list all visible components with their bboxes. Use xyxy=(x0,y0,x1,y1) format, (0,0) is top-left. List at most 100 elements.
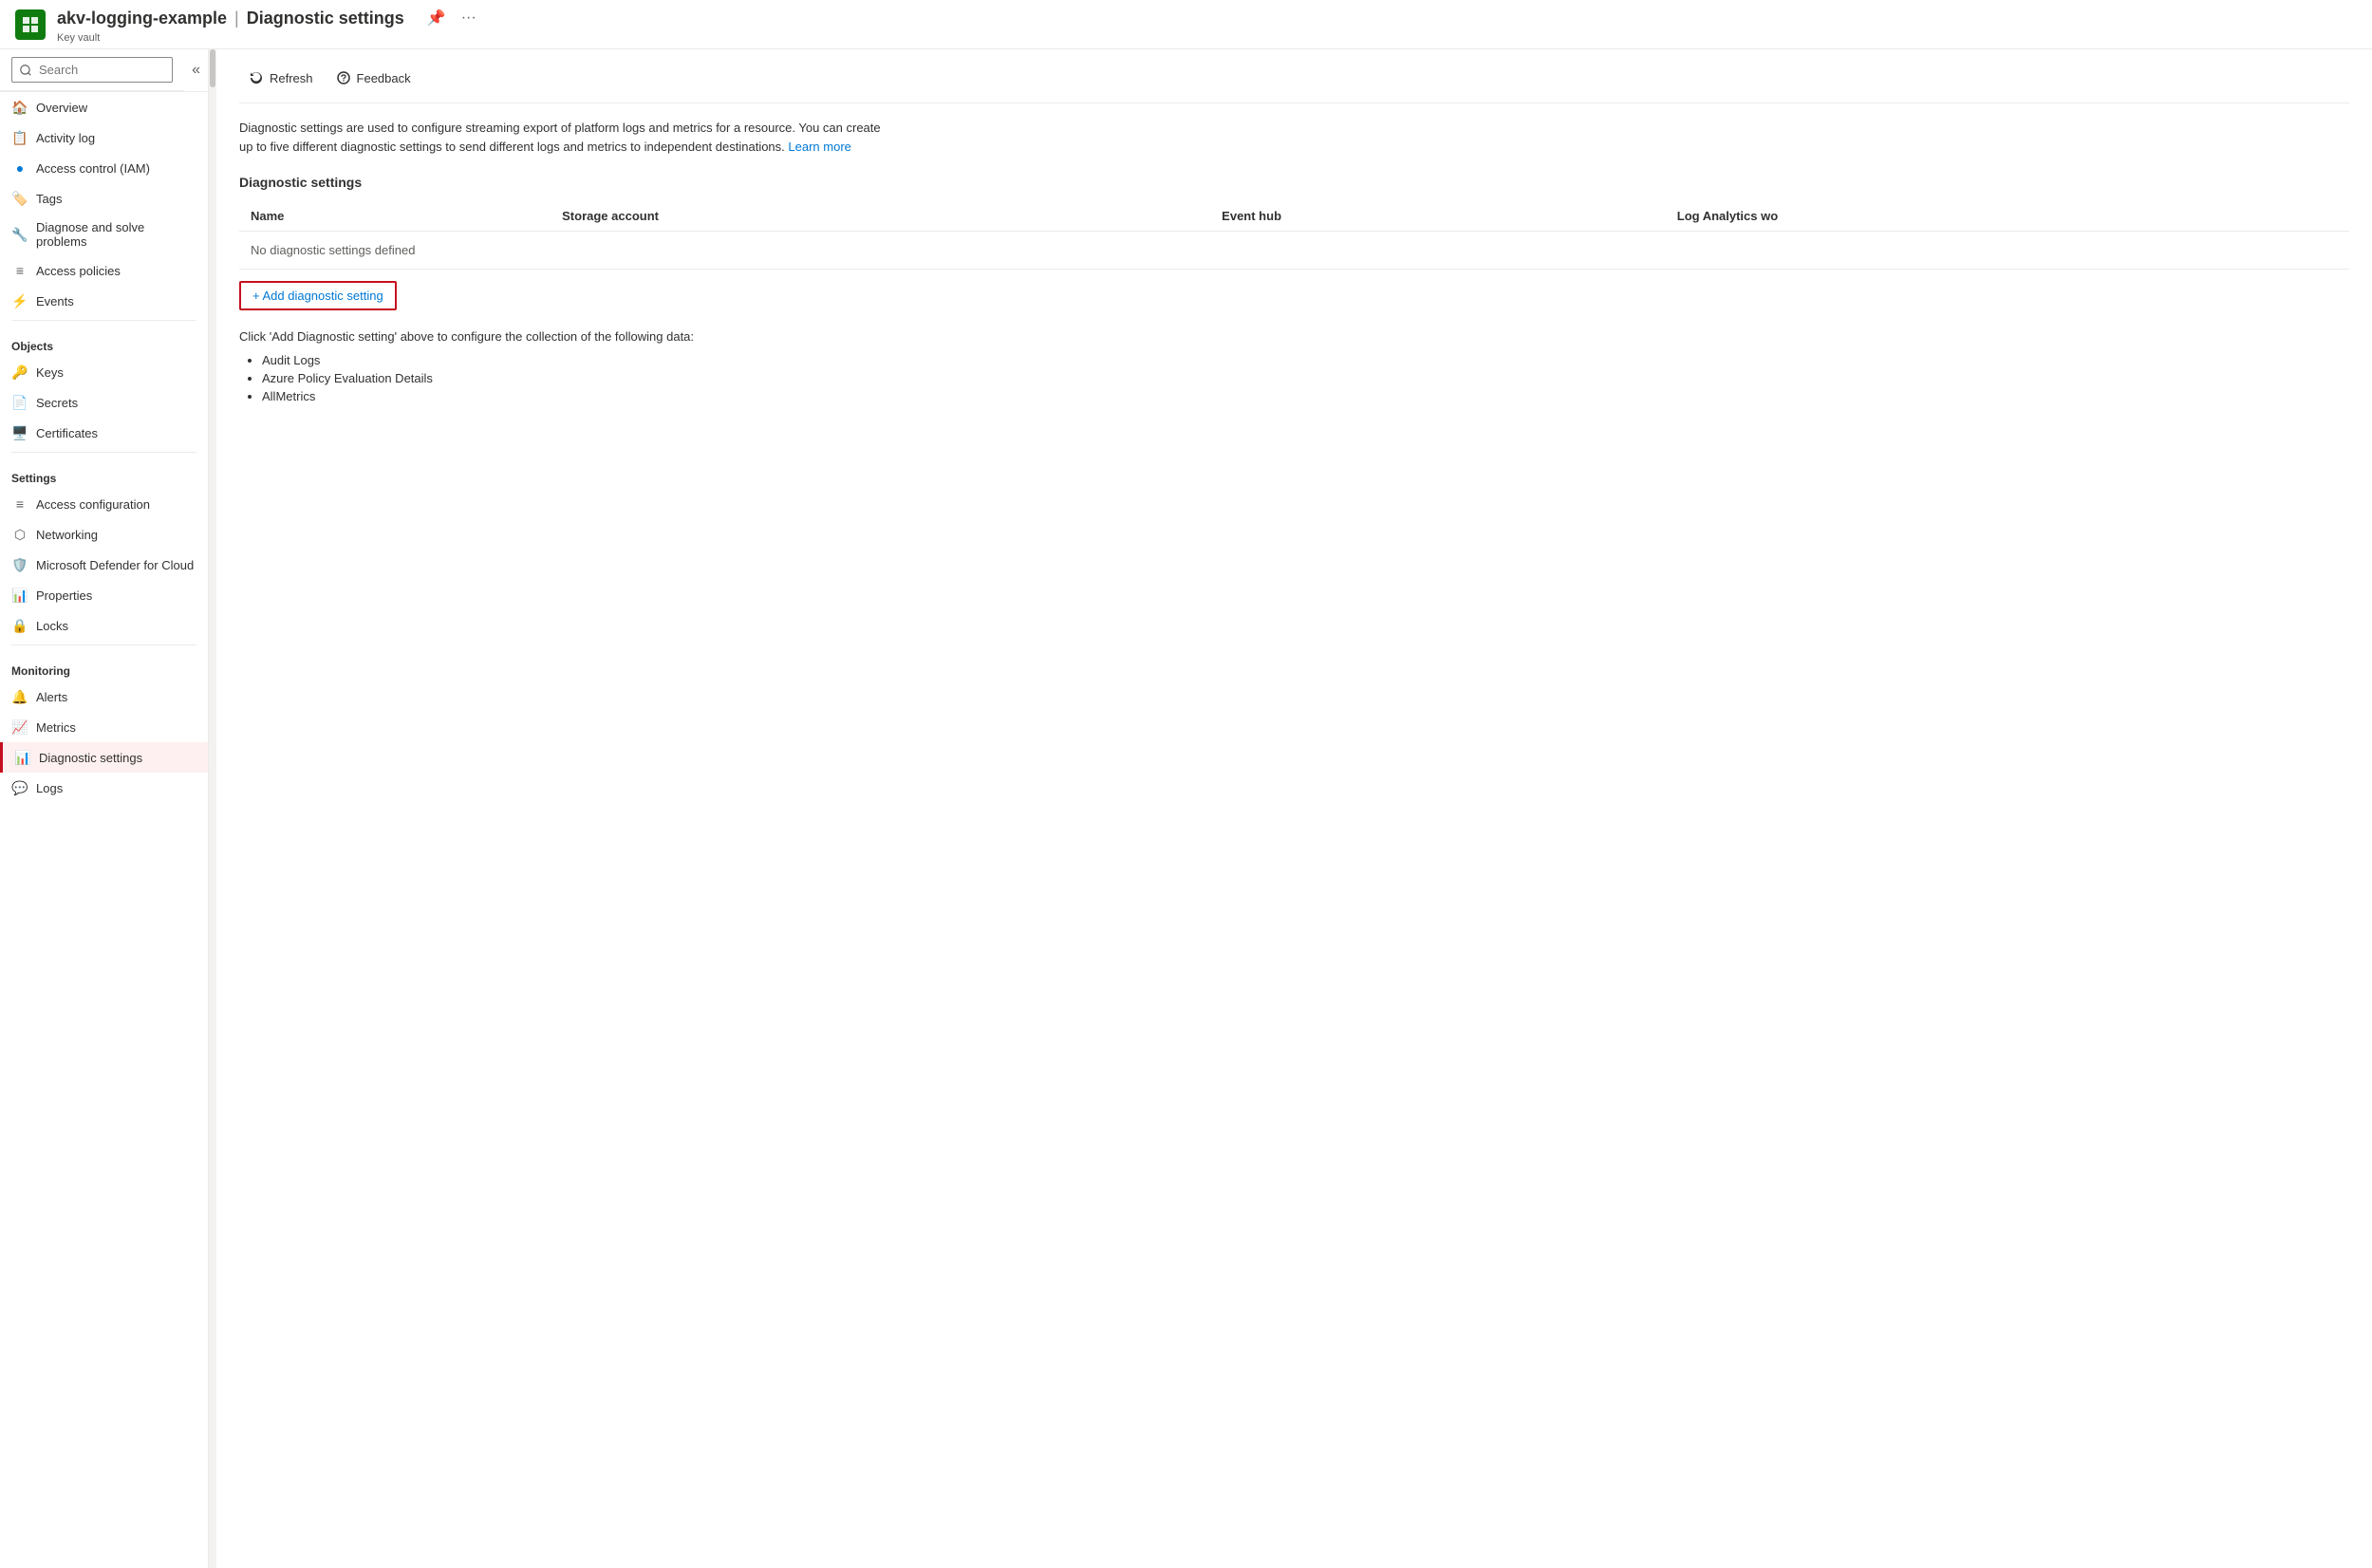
bullet-allmetrics: AllMetrics xyxy=(262,387,2349,405)
tags-label: Tags xyxy=(36,192,62,206)
certificates-label: Certificates xyxy=(36,426,98,440)
sidebar-item-overview[interactable]: 🏠 Overview xyxy=(0,92,208,122)
collapse-button[interactable]: « xyxy=(184,54,208,86)
section-objects: Objects xyxy=(0,328,208,357)
access-config-icon: ≡ xyxy=(11,495,28,513)
bullet-audit-logs: Audit Logs xyxy=(262,351,2349,369)
sidebar-item-certificates[interactable]: 🖥️ Certificates xyxy=(0,418,208,448)
events-icon: ⚡ xyxy=(11,292,28,309)
sidebar-item-networking[interactable]: ⬡ Networking xyxy=(0,519,208,550)
collection-text: Click 'Add Diagnostic setting' above to … xyxy=(239,329,2349,344)
title-separator: | xyxy=(234,9,239,28)
sidebar-item-access-policies[interactable]: ≡ Access policies xyxy=(0,255,208,286)
alerts-icon: 🔔 xyxy=(11,688,28,705)
activity-log-label: Activity log xyxy=(36,131,95,145)
sidebar-item-properties[interactable]: 📊 Properties xyxy=(0,580,208,610)
bullet-policy-eval: Azure Policy Evaluation Details xyxy=(262,369,2349,387)
sidebar-item-activity-log[interactable]: 📋 Activity log xyxy=(0,122,208,153)
table-header: Name Storage account Event hub Log Analy… xyxy=(239,201,2349,232)
access-policies-icon: ≡ xyxy=(11,262,28,279)
logs-icon: 💬 xyxy=(11,779,28,796)
title-actions: 📌 ··· xyxy=(423,5,480,31)
tags-icon: 🏷️ xyxy=(11,190,28,207)
sidebar-item-logs[interactable]: 💬 Logs xyxy=(0,773,208,803)
access-control-label: Access control (IAM) xyxy=(36,161,150,176)
title-section: akv-logging-example | Diagnostic setting… xyxy=(57,5,480,44)
sidebar-item-locks[interactable]: 🔒 Locks xyxy=(0,610,208,641)
sidebar-item-events[interactable]: ⚡ Events xyxy=(0,286,208,316)
access-config-label: Access configuration xyxy=(36,497,150,512)
divider-objects xyxy=(11,320,196,321)
col-eventhub: Event hub xyxy=(1210,201,1666,232)
sidebar-item-diagnose[interactable]: 🔧 Diagnose and solve problems xyxy=(0,214,208,255)
sidebar-item-access-control[interactable]: ● Access control (IAM) xyxy=(0,153,208,183)
access-control-icon: ● xyxy=(11,159,28,177)
pin-button[interactable]: 📌 xyxy=(423,5,450,31)
sidebar-item-diagnostic-settings[interactable]: 📊 Diagnostic settings xyxy=(0,742,208,773)
locks-icon: 🔒 xyxy=(11,617,28,634)
sidebar-item-keys[interactable]: 🔑 Keys xyxy=(0,357,208,387)
access-policies-label: Access policies xyxy=(36,264,121,278)
sidebar-item-alerts[interactable]: 🔔 Alerts xyxy=(0,681,208,712)
sidebar-item-secrets[interactable]: 📄 Secrets xyxy=(0,387,208,418)
feedback-label: Feedback xyxy=(357,71,411,85)
divider-settings xyxy=(11,452,196,453)
diagnose-label: Diagnose and solve problems xyxy=(36,220,196,249)
sidebar-nav: 🏠 Overview 📋 Activity log ● Access contr… xyxy=(0,92,208,316)
metrics-label: Metrics xyxy=(36,720,76,735)
feedback-button[interactable]: Feedback xyxy=(327,65,420,91)
description-text: Diagnostic settings are used to configur… xyxy=(239,119,885,156)
properties-icon: 📊 xyxy=(11,587,28,604)
more-button[interactable]: ··· xyxy=(458,6,480,30)
refresh-button[interactable]: Refresh xyxy=(239,65,323,91)
add-button-label: + Add diagnostic setting xyxy=(252,289,383,303)
refresh-label: Refresh xyxy=(270,71,313,85)
metrics-icon: 📈 xyxy=(11,719,28,736)
secrets-label: Secrets xyxy=(36,396,78,410)
networking-label: Networking xyxy=(36,528,98,542)
search-container xyxy=(0,49,184,91)
overview-icon: 🏠 xyxy=(11,99,28,116)
activity-log-icon: 📋 xyxy=(11,129,28,146)
diagnostic-settings-label: Diagnostic settings xyxy=(39,751,142,765)
sidebar-scrollthumb xyxy=(210,49,215,87)
toolbar: Refresh Feedback xyxy=(239,65,2349,103)
secrets-icon: 📄 xyxy=(11,394,28,411)
col-loganalytics: Log Analytics wo xyxy=(1666,201,2349,232)
no-data-message: No diagnostic settings defined xyxy=(239,232,2349,270)
section-settings: Settings xyxy=(0,460,208,489)
diagnose-icon: 🔧 xyxy=(11,226,28,243)
sidebar-item-access-config[interactable]: ≡ Access configuration xyxy=(0,489,208,519)
add-diagnostic-setting-button[interactable]: + Add diagnostic setting xyxy=(239,281,397,310)
feedback-icon xyxy=(336,70,351,85)
networking-icon: ⬡ xyxy=(11,526,28,543)
table-body: No diagnostic settings defined xyxy=(239,232,2349,270)
content-area: Refresh Feedback Diagnostic settings are… xyxy=(216,49,2372,1568)
events-label: Events xyxy=(36,294,74,308)
sidebar-item-tags[interactable]: 🏷️ Tags xyxy=(0,183,208,214)
app-icon xyxy=(15,9,46,40)
top-bar: akv-logging-example | Diagnostic setting… xyxy=(0,0,2372,49)
defender-label: Microsoft Defender for Cloud xyxy=(36,558,194,572)
overview-label: Overview xyxy=(36,101,87,115)
properties-label: Properties xyxy=(36,588,92,603)
sidebar-item-defender[interactable]: 🛡️ Microsoft Defender for Cloud xyxy=(0,550,208,580)
search-input[interactable] xyxy=(11,57,173,83)
resource-type: Key vault xyxy=(57,32,480,44)
section-title: Diagnostic settings xyxy=(239,175,2349,190)
alerts-label: Alerts xyxy=(36,690,67,704)
keys-icon: 🔑 xyxy=(11,364,28,381)
keys-label: Keys xyxy=(36,365,64,380)
sidebar-item-metrics[interactable]: 📈 Metrics xyxy=(0,712,208,742)
bullet-list: Audit Logs Azure Policy Evaluation Detai… xyxy=(239,351,2349,405)
col-name: Name xyxy=(239,201,551,232)
main-layout: « 🏠 Overview 📋 Activity log ● Access con… xyxy=(0,49,2372,1568)
divider-monitoring xyxy=(11,644,196,645)
diagnostic-settings-icon: 📊 xyxy=(14,749,31,766)
sidebar-scrolltrack xyxy=(209,49,216,1568)
col-storage: Storage account xyxy=(551,201,1210,232)
diagnostic-table: Name Storage account Event hub Log Analy… xyxy=(239,201,2349,270)
description-content: Diagnostic settings are used to configur… xyxy=(239,121,881,154)
page-heading: akv-logging-example | Diagnostic setting… xyxy=(57,5,480,31)
learn-more-link[interactable]: Learn more xyxy=(788,140,850,154)
